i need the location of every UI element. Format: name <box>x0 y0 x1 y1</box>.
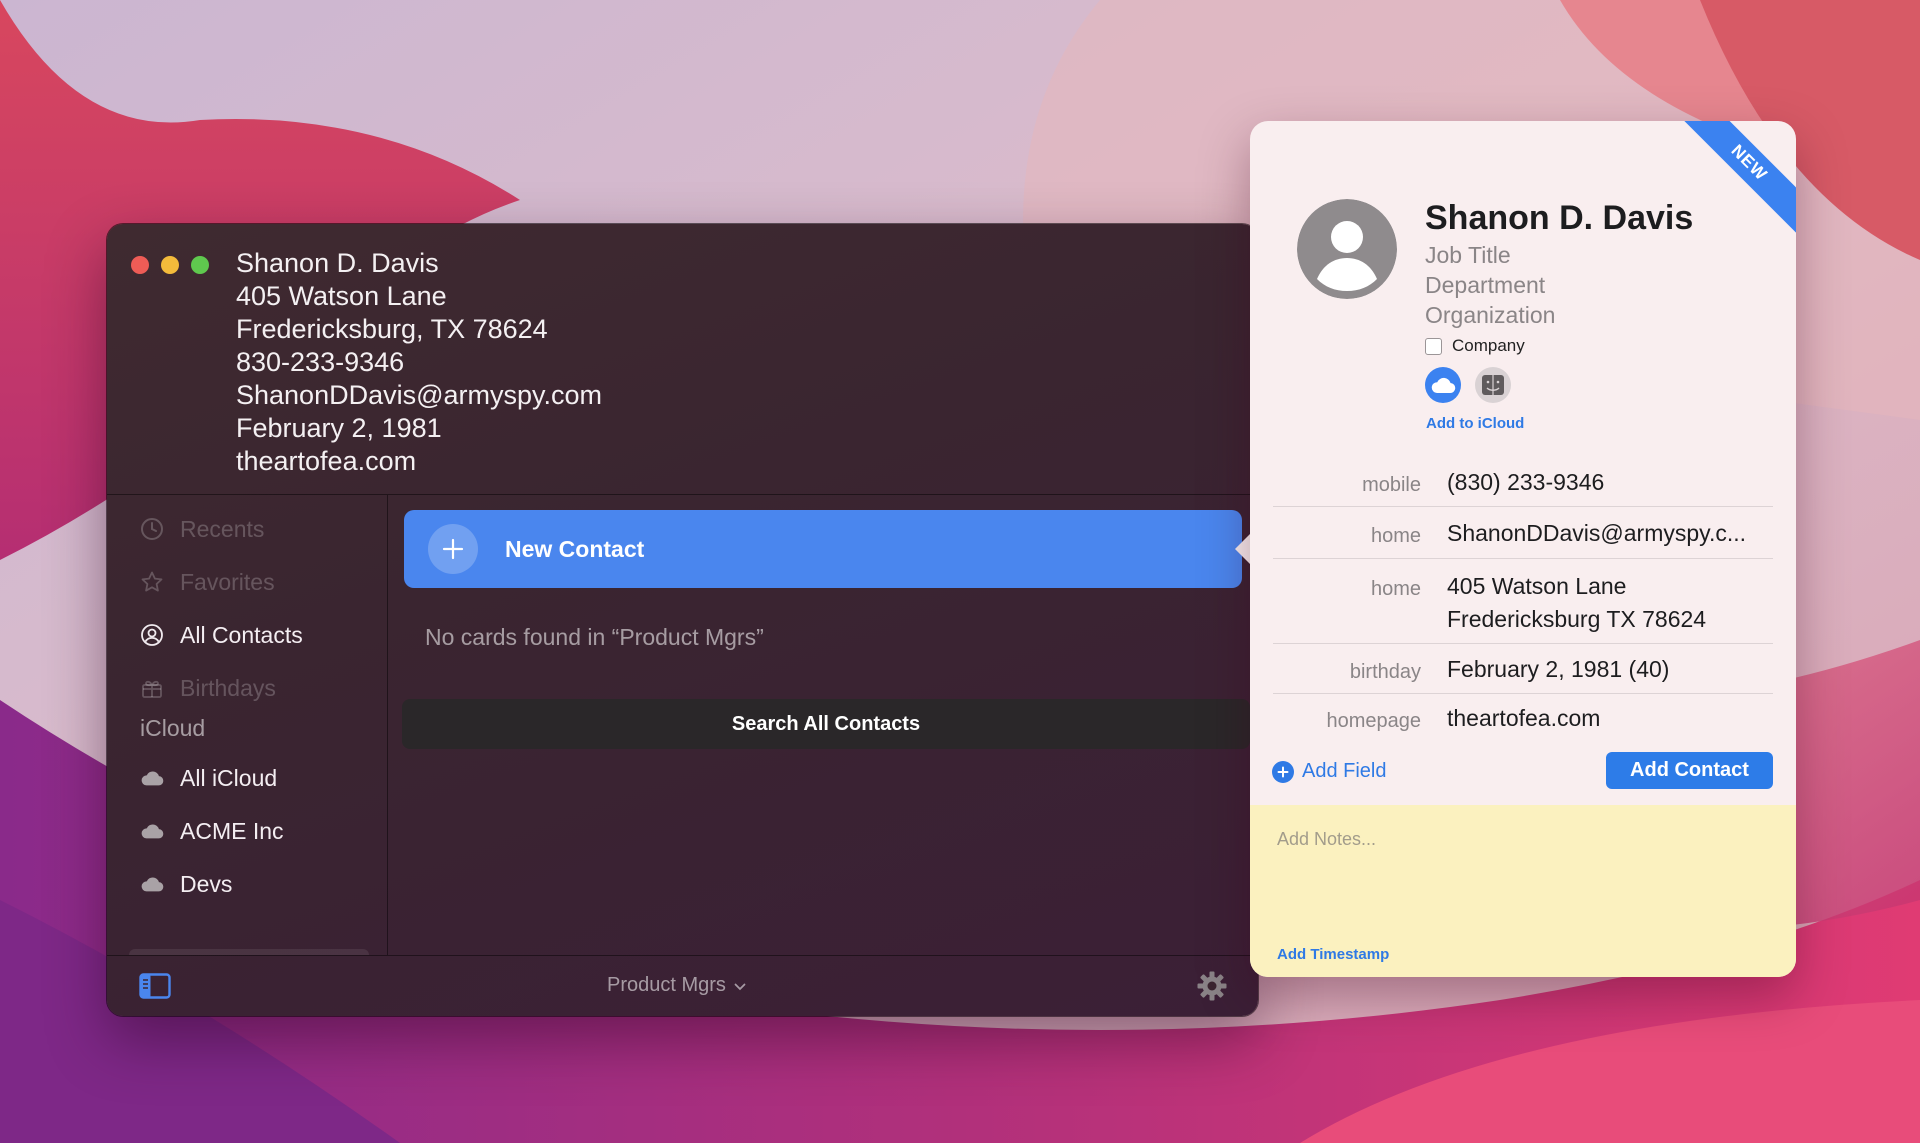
window-controls <box>131 256 209 274</box>
field-label: homepage <box>1326 710 1421 732</box>
new-contact-label: New Contact <box>505 535 645 562</box>
field-row-homepage[interactable]: homepage theartofea.com <box>1273 694 1773 744</box>
add-contact-button[interactable]: Add Contact <box>1606 752 1773 789</box>
field-row-birthday[interactable]: birthday February 2, 1981 (40) <box>1273 644 1773 694</box>
sidebar-item-all-contacts[interactable]: All Contacts <box>140 615 303 655</box>
gift-icon <box>140 676 164 700</box>
field-value: ShanonDDavis@armyspy.c... <box>1447 520 1747 546</box>
popover-arrow <box>1235 533 1251 565</box>
add-to-icloud-link[interactable]: Add to iCloud <box>1426 415 1524 432</box>
field-label: birthday <box>1349 661 1421 683</box>
add-timestamp-link[interactable]: Add Timestamp <box>1277 946 1389 963</box>
add-field-button[interactable]: Add Field <box>1272 760 1387 783</box>
field-value: theartofea.com <box>1447 705 1601 731</box>
sidebar-item-favorites[interactable]: Favorites <box>140 562 275 602</box>
sidebar-item-label: Favorites <box>180 568 275 595</box>
icloud-account-icon[interactable] <box>1425 367 1461 403</box>
sidebar-item-label: ACME Inc <box>180 817 284 844</box>
field-row-address[interactable]: home 405 Watson Lane Fredericksburg TX 7… <box>1273 559 1773 644</box>
field-label: home <box>1370 525 1421 547</box>
plus-icon <box>428 524 478 574</box>
company-option: Company <box>1425 336 1525 356</box>
sidebar-item-all-icloud[interactable]: All iCloud <box>140 758 277 798</box>
summary-address-line2: Fredericksburg, TX 78624 <box>236 314 548 344</box>
cloud-icon <box>140 872 164 896</box>
summary-phone: 830-233-9346 <box>236 347 405 377</box>
field-row-email[interactable]: home ShanonDDavis@armyspy.c... <box>1273 507 1773 559</box>
sidebar-toggle-icon[interactable] <box>139 973 171 1004</box>
organization-field[interactable]: Organization <box>1425 302 1555 329</box>
sidebar-item-birthdays[interactable]: Birthdays <box>140 668 276 708</box>
minimize-window-button[interactable] <box>161 256 179 274</box>
field-row-mobile[interactable]: mobile (830) 233-9346 <box>1273 459 1773 507</box>
job-title-field[interactable]: Job Title <box>1425 242 1511 269</box>
zoom-window-button[interactable] <box>191 256 209 274</box>
sidebar-item-label: Birthdays <box>180 674 276 701</box>
new-contact-row[interactable]: New Contact <box>404 510 1242 588</box>
company-checkbox[interactable] <box>1425 337 1442 355</box>
sidebar-item-label: Devs <box>180 870 233 897</box>
contacts-window: Shanon D. Davis 405 Watson Lane Frederic… <box>107 224 1258 1016</box>
contact-summary: Shanon D. Davis 405 Watson Lane Frederic… <box>236 247 602 478</box>
avatar[interactable] <box>1297 199 1397 299</box>
company-label: Company <box>1452 336 1525 355</box>
clock-icon <box>140 517 164 541</box>
field-value: February 2, 1981 (40) <box>1447 656 1670 682</box>
gear-icon[interactable] <box>1196 970 1228 1007</box>
chevron-down-icon <box>734 974 746 997</box>
summary-email: ShanonDDavis@armyspy.com <box>236 380 603 410</box>
sidebar-section-icloud: iCloud <box>140 715 206 741</box>
department-field[interactable]: Department <box>1425 272 1545 299</box>
finder-account-icon[interactable] <box>1475 367 1511 403</box>
field-value-line1: 405 Watson Lane <box>1447 573 1627 599</box>
sidebar-item-label: All Contacts <box>180 621 303 648</box>
sidebar-item-acme-inc[interactable]: ACME Inc <box>140 811 284 851</box>
field-value: (830) 233-9346 <box>1447 469 1605 495</box>
person-circle-icon <box>140 623 164 647</box>
sidebar-item-devs[interactable]: Devs <box>140 864 232 904</box>
contact-card-popover: NEW Shanon D. Davis Job Title Department… <box>1250 121 1796 977</box>
account-icons <box>1425 367 1511 403</box>
cloud-icon <box>140 766 164 790</box>
summary-website: theartofea.com <box>236 446 417 476</box>
field-label: mobile <box>1362 474 1421 496</box>
summary-name: Shanon D. Davis <box>236 248 439 278</box>
summary-address-line1: 405 Watson Lane <box>236 281 447 311</box>
group-selector[interactable]: Product Mgrs <box>607 974 746 997</box>
add-field-label: Add Field <box>1302 760 1387 782</box>
close-window-button[interactable] <box>131 256 149 274</box>
star-icon <box>140 570 164 594</box>
group-selector-label: Product Mgrs <box>607 974 726 996</box>
cloud-icon <box>140 819 164 843</box>
contact-name[interactable]: Shanon D. Davis <box>1425 199 1693 238</box>
field-value-line2: Fredericksburg TX 78624 <box>1447 606 1707 632</box>
summary-birthday: February 2, 1981 <box>236 413 442 443</box>
notes-area[interactable]: Add Notes... Add Timestamp <box>1250 805 1796 977</box>
search-all-contacts-button[interactable]: Search All Contacts <box>402 699 1250 749</box>
notes-placeholder: Add Notes... <box>1277 829 1377 849</box>
sidebar-item-label: All iCloud <box>180 764 278 791</box>
sidebar-item-label: Recents <box>180 515 265 542</box>
sidebar-item-recents[interactable]: Recents <box>140 509 264 549</box>
sidebar: Recents Favorites All Contacts Birthdays… <box>107 495 388 955</box>
bottom-toolbar: Product Mgrs <box>107 955 1258 1016</box>
field-label: home <box>1370 578 1421 600</box>
empty-state-message: No cards found in “Product Mgrs” <box>425 624 764 650</box>
plus-circle-icon <box>1272 760 1294 783</box>
